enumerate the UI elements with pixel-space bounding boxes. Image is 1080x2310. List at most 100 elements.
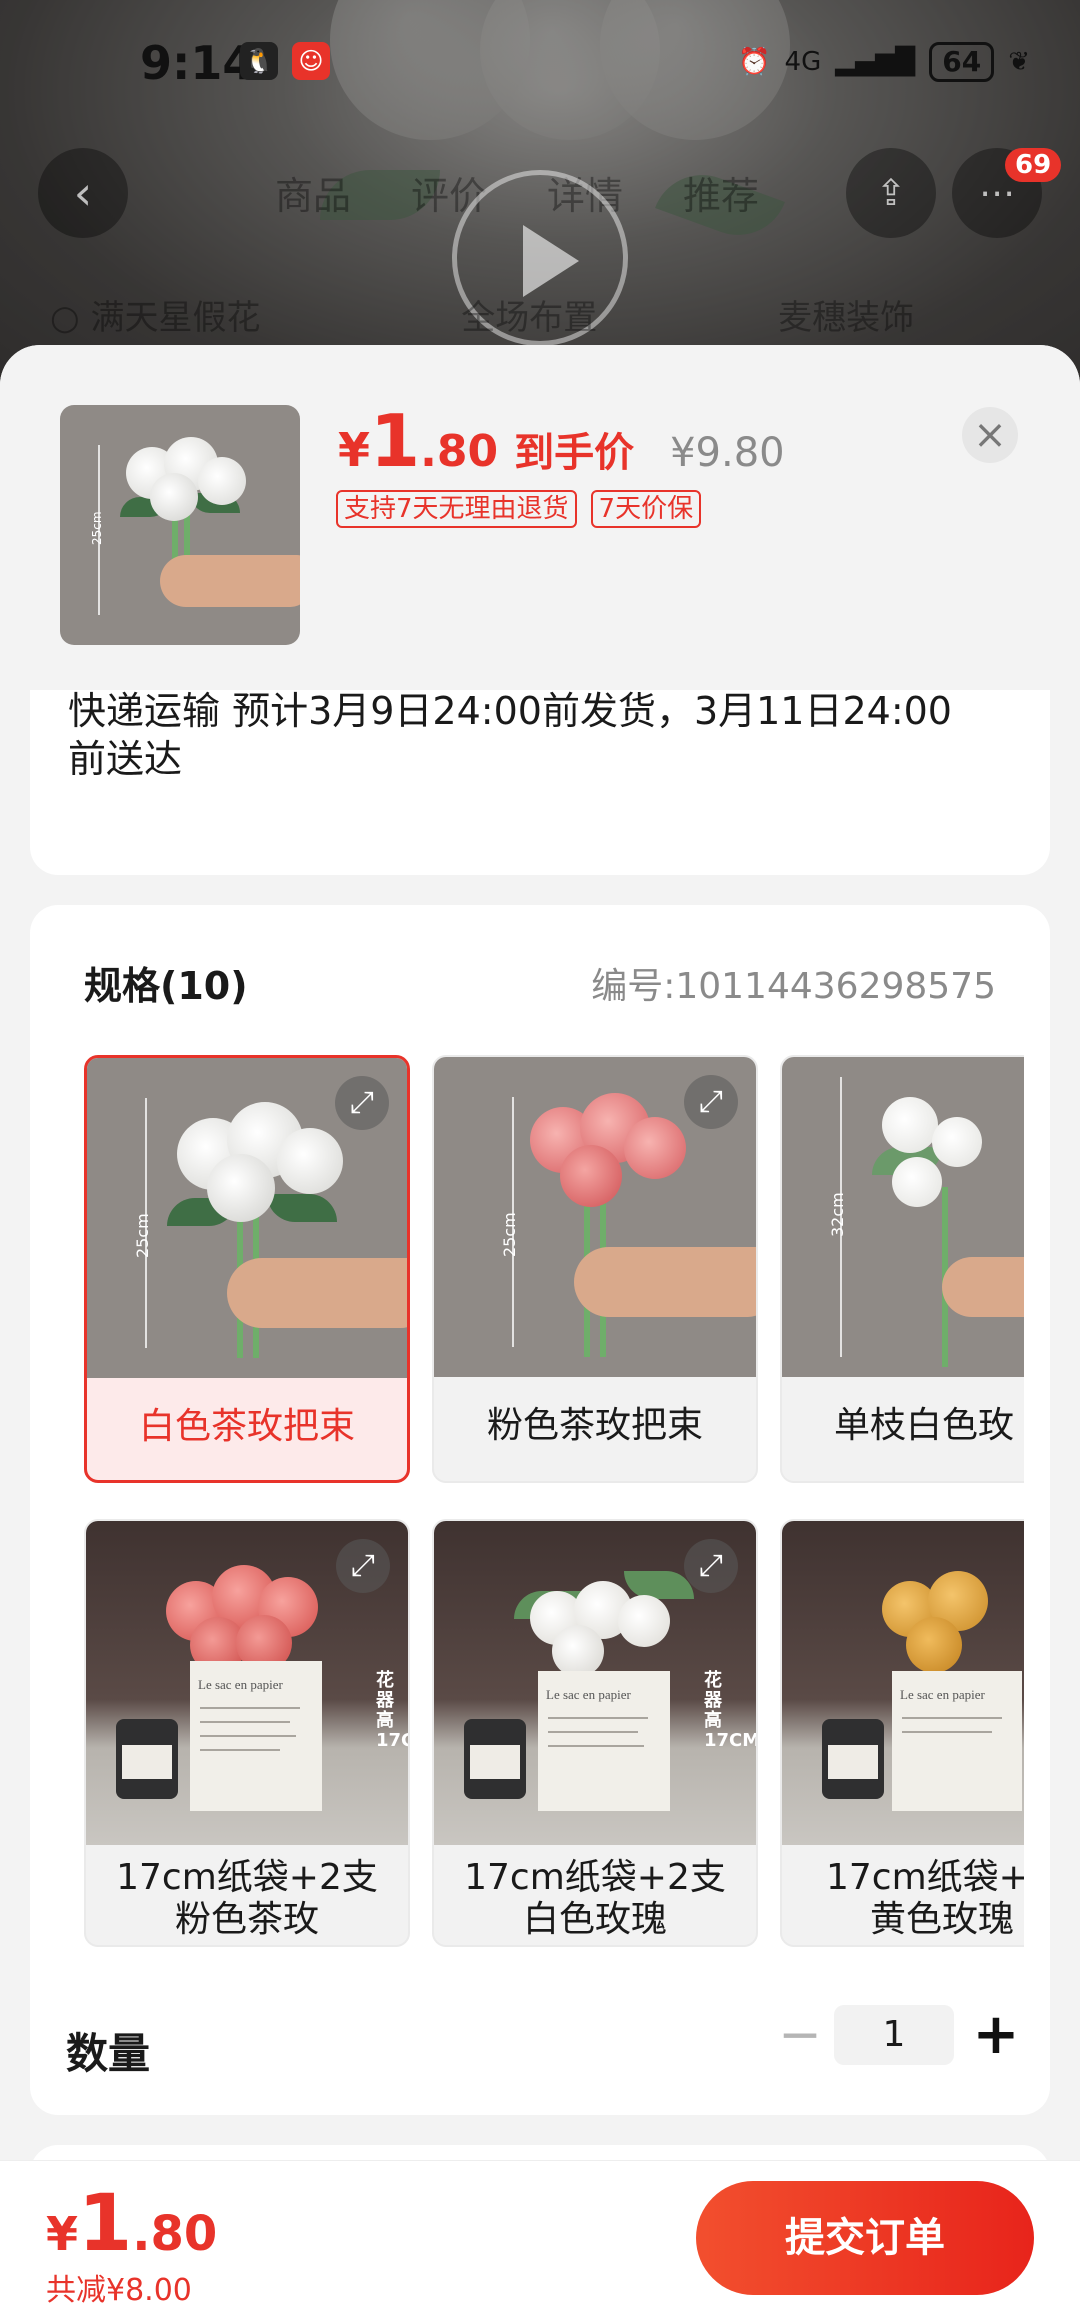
flower [892, 1157, 942, 1207]
bg-search-chip[interactable]: 全场布置 [461, 298, 597, 338]
share-icon[interactable]: ⇪ [846, 148, 936, 238]
spec-card: 规格(10) 编号:10114436298575 25cm ⤢ 白色茶玫把束 2… [30, 905, 1050, 2115]
alarm-icon: ⏰ [738, 47, 771, 77]
tab-recommend[interactable]: 推荐 [683, 165, 759, 220]
quantity-label: 数量 [66, 2029, 151, 2078]
bg-search-row: ○ 满天星假花 全场布置 麦穗装饰 [50, 290, 914, 339]
price-protect-tag: 7天价保 [590, 490, 702, 528]
bag-line [548, 1731, 638, 1733]
status-bar: 9:14 🐧 ☺ ⏰ 4G ▂▄▆█ 64 ❦ [0, 30, 1080, 100]
bag-text: Le sac en papier [546, 1687, 631, 1702]
flower [277, 1128, 343, 1194]
original-price: ¥9.80 [670, 430, 785, 476]
paper-bag: Le sac en papier [190, 1661, 322, 1811]
spec-option-bag-pink-tea-rose[interactable]: Le sac en papier 花器高17CM ⤢ 17cm纸袋+2支 粉色茶… [84, 1519, 410, 1947]
qq-icon: 🐧 [240, 42, 278, 80]
battery-indicator: 64 [929, 42, 995, 82]
spec-option-bag-yellow-rose[interactable]: Le sac en papier 17cm纸袋+ 黄色玫瑰 [780, 1519, 1024, 1947]
quantity-decrease-button[interactable]: − [770, 2005, 830, 2065]
price-integer: 1 [370, 399, 421, 483]
spec-option-label: 17cm纸袋+2支 粉色茶玫 [86, 1857, 408, 1941]
flower [624, 1117, 686, 1179]
bag-line [200, 1707, 300, 1709]
status-indicators: ⏰ 4G ▂▄▆█ 64 ❦ [738, 42, 1030, 82]
shipping-text: 快递运输 预计3月9日24:00前发货，3月11日24:00前送达 [68, 689, 952, 781]
close-icon[interactable]: × [962, 407, 1018, 463]
signal-icon: ▂▄▆█ [835, 47, 916, 77]
expand-icon[interactable]: ⤢ [336, 1539, 390, 1593]
bg-search-chip[interactable]: 麦穗装饰 [778, 298, 914, 338]
spec-option-label-line1: 17cm纸袋+2支 [464, 1857, 726, 1898]
flower [882, 1097, 938, 1153]
flower [150, 473, 198, 521]
spec-option-image: Le sac en papier 花器高17CM ⤢ [434, 1521, 756, 1845]
spec-option-pink-tea-rose[interactable]: 25cm ⤢ 粉色茶玫把束 [432, 1055, 758, 1483]
network-label: 4G [784, 47, 822, 77]
sheet-header: 25cm ¥ 1 .80 到手价 ¥9.80 支持7天无理由退货 7天价保 × [0, 345, 1080, 690]
message-badge: 69 [1005, 148, 1062, 182]
price-decimal: .80 [420, 426, 499, 477]
spec-option-label: 17cm纸袋+ 黄色玫瑰 [782, 1857, 1024, 1941]
candle-jar [822, 1719, 884, 1799]
paper-bag: Le sac en papier [538, 1671, 670, 1811]
flower [552, 1625, 604, 1677]
tab-product[interactable]: 商品 [275, 165, 351, 220]
back-icon[interactable]: ‹ [38, 148, 128, 238]
vase-height-note: 花器高17CM [376, 1670, 408, 1751]
total-price-symbol: ¥ [46, 2207, 79, 2261]
flower [207, 1154, 275, 1222]
price-symbol: ¥ [338, 423, 371, 477]
leaf [624, 1571, 694, 1599]
spec-option-bag-white-rose[interactable]: Le sac en papier 花器高17CM ⤢ 17cm纸袋+2支 白色玫… [432, 1519, 758, 1947]
spec-option-single-white-rose[interactable]: 32cm 单枝白色玫 [780, 1055, 1024, 1483]
jar-label [470, 1745, 520, 1779]
bg-search-chip[interactable]: 满天星假花 [90, 298, 260, 338]
spec-option-label-line1: 17cm纸袋+ [826, 1857, 1024, 1898]
bag-line [902, 1731, 992, 1733]
spec-option-label: 17cm纸袋+2支 白色玫瑰 [434, 1857, 756, 1941]
spec-code: 编号:10114436298575 [591, 966, 996, 1007]
candle-jar [116, 1719, 178, 1799]
spec-option-image: 32cm [782, 1057, 1024, 1377]
flower [618, 1595, 670, 1647]
product-thumbnail[interactable]: 25cm [60, 405, 300, 645]
thumb-ruler-text: 25cm [90, 511, 104, 545]
expand-icon[interactable]: ⤢ [684, 1539, 738, 1593]
bag-line [548, 1745, 644, 1747]
spec-option-white-tea-rose[interactable]: 25cm ⤢ 白色茶玫把束 [84, 1055, 410, 1483]
bag-line [200, 1735, 296, 1737]
ruler-text: 32cm [828, 1192, 847, 1237]
submit-order-button[interactable]: 提交订单 [696, 2181, 1034, 2295]
status-time: 9:14 [140, 36, 255, 90]
expand-icon[interactable]: ⤢ [335, 1076, 389, 1130]
leaf [267, 1194, 337, 1222]
quantity-input[interactable]: 1 [834, 2005, 954, 2065]
spec-option-image: Le sac en papier 花器高17CM ⤢ [86, 1521, 408, 1845]
flower [906, 1617, 962, 1673]
spec-option-label: 单枝白色玫 [834, 1405, 1015, 1446]
spec-grid: 25cm ⤢ 白色茶玫把束 25cm ⤢ 粉色茶玫把束 32cm 单枝白色玫 L… [84, 1055, 1024, 1975]
search-icon: ○ [50, 298, 80, 338]
spec-option-label-line1: 17cm纸袋+2支 [116, 1857, 378, 1898]
service-tags: 支持7天无理由退货 7天价保 [336, 490, 702, 528]
hand [574, 1247, 756, 1317]
bag-line [548, 1717, 648, 1719]
ruler-text: 25cm [500, 1212, 519, 1257]
spec-option-label: 粉色茶玫把束 [486, 1405, 703, 1446]
quantity-increase-button[interactable]: + [966, 2005, 1026, 2065]
bag-line [200, 1721, 290, 1723]
flower [560, 1145, 622, 1207]
spec-option-label-line2: 白色玫瑰 [522, 1899, 667, 1940]
total-price: ¥ 1 .80 [46, 2185, 217, 2263]
spec-option-label: 白色茶玫把束 [138, 1406, 355, 1447]
paper-bag: Le sac en papier [892, 1671, 1022, 1811]
hand [160, 555, 300, 607]
bag-line [200, 1749, 280, 1751]
spec-title: 规格(10) [84, 964, 248, 1008]
expand-icon[interactable]: ⤢ [684, 1075, 738, 1129]
jar-label [828, 1745, 878, 1779]
price-row: ¥ 1 .80 到手价 ¥9.80 [338, 405, 785, 478]
app-notification-icon: ☺ [292, 42, 330, 80]
ruler-text: 25cm [133, 1213, 152, 1258]
spec-option-image: 25cm ⤢ [434, 1057, 756, 1377]
